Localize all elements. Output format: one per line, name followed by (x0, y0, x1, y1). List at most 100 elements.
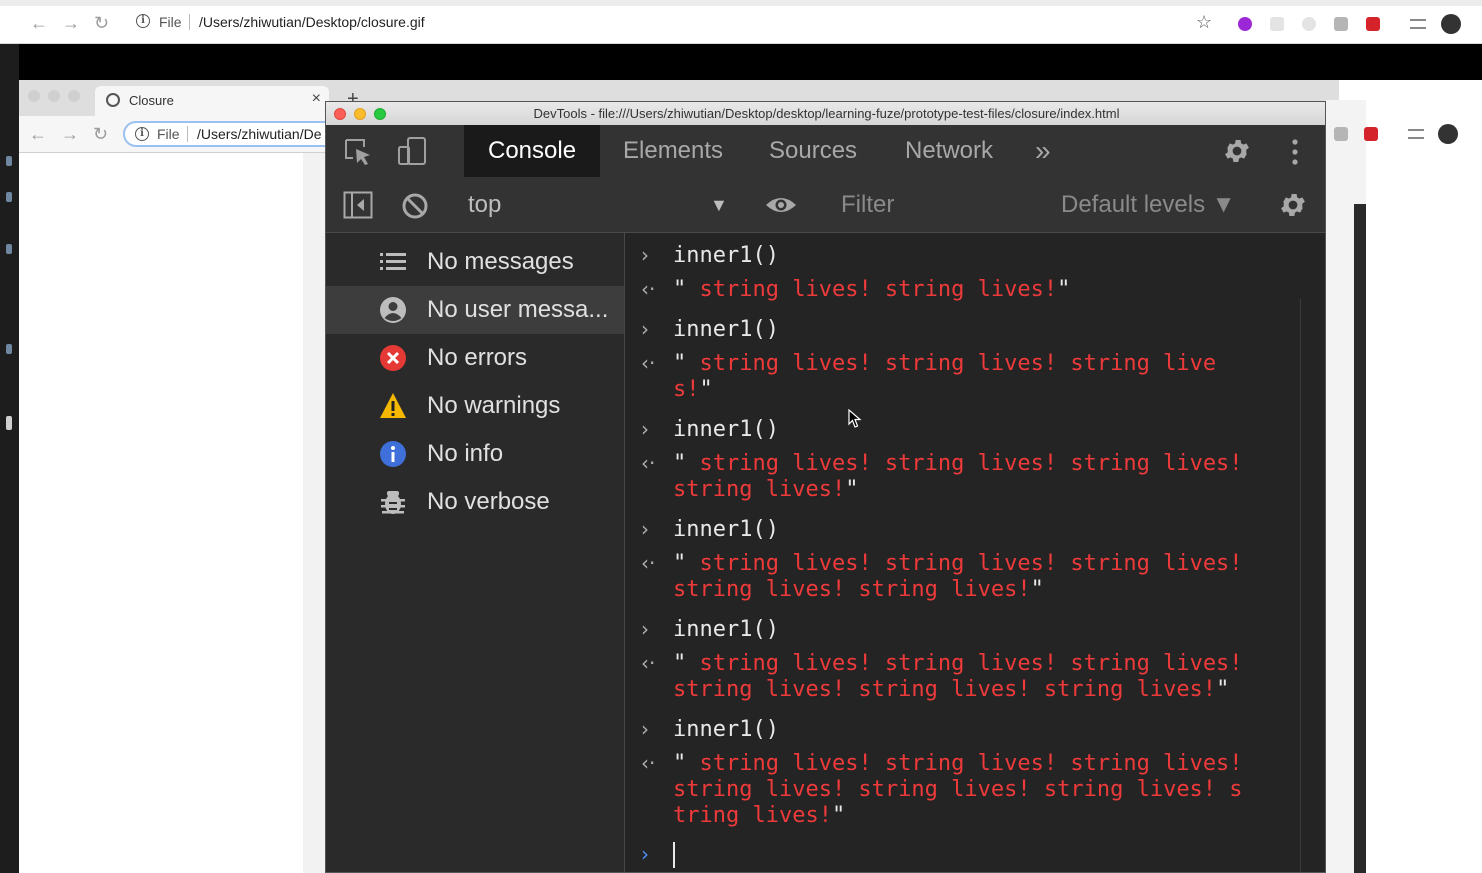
address-bar[interactable]: /Users/zhiwutian/Desktop/closure.gif (199, 14, 425, 30)
avatar[interactable] (1441, 14, 1461, 34)
input-chevron-icon: › (641, 317, 649, 341)
site-info-icon[interactable]: i (135, 127, 149, 141)
inner-address-bar[interactable]: i File /Users/zhiwutian/De (123, 121, 353, 147)
console-input: inner1() (673, 617, 779, 642)
url-scheme: File (157, 126, 180, 142)
back-icon[interactable]: ← (30, 12, 48, 34)
extension-icon[interactable] (1334, 17, 1348, 31)
result-arrow-icon: ‹· (641, 551, 656, 575)
background-panel (1354, 204, 1366, 873)
console-result[interactable]: " string lives! string lives! string liv… (673, 651, 1253, 703)
info-icon (380, 441, 406, 467)
input-chevron-icon: › (641, 417, 649, 441)
tab-network[interactable]: Network (905, 125, 993, 177)
mouse-pointer-icon (848, 409, 862, 428)
sidebar-item-label: No warnings (427, 392, 561, 419)
panel-marker (6, 244, 12, 254)
forward-icon[interactable]: → (62, 12, 80, 34)
extension-icon[interactable] (1364, 127, 1378, 141)
settings-gear-icon[interactable] (1222, 136, 1252, 166)
log-levels-dropdown[interactable]: Default levels ▼ (1061, 191, 1236, 219)
reload-icon[interactable]: ↻ (93, 123, 108, 145)
reload-icon[interactable]: ↻ (94, 12, 109, 34)
playlist-icon[interactable] (1408, 129, 1424, 139)
sidebar-item-label: No errors (427, 344, 528, 371)
extension-icon[interactable] (1334, 127, 1348, 141)
extension-icon[interactable] (1238, 17, 1252, 31)
user-icon (380, 297, 406, 323)
inner-tab-closure[interactable]: Closure × (95, 86, 329, 116)
inspect-element-icon[interactable] (343, 137, 373, 167)
window-minimize-button[interactable] (48, 90, 60, 102)
sidebar-item-verbose[interactable]: No verbose (326, 478, 624, 526)
black-bar (0, 44, 1482, 80)
console-result[interactable]: " string lives! string lives! string liv… (673, 551, 1253, 603)
show-sidebar-icon[interactable] (343, 191, 373, 219)
input-chevron-icon: › (641, 243, 649, 267)
console-sidebar: No messages No user messa... No errors N… (326, 233, 625, 872)
outer-tab-strip (0, 0, 1482, 6)
avatar[interactable] (1438, 124, 1458, 144)
sidebar-item-label: No info (427, 440, 504, 467)
extension-icon[interactable] (1270, 17, 1284, 31)
url-separator (189, 14, 190, 30)
playlist-icon[interactable] (1410, 19, 1426, 29)
sidebar-item-info[interactable]: No info (326, 430, 624, 478)
console-settings-gear-icon[interactable] (1278, 190, 1308, 220)
console-input: inner1() (673, 717, 779, 742)
window-zoom-button[interactable] (68, 90, 80, 102)
console-input: inner1() (673, 243, 779, 268)
panel-marker (6, 156, 12, 166)
url-separator (187, 126, 188, 142)
site-info-icon[interactable]: i (136, 14, 150, 28)
console-toolbar: top ▼ Filter Default levels ▼ (326, 177, 1325, 233)
console-result[interactable]: " string lives! string lives! string liv… (673, 451, 1253, 503)
devtools-window: DevTools - file:///Users/zhiwutian/Deskt… (325, 101, 1326, 873)
device-toolbar-icon[interactable] (396, 135, 428, 167)
console-scrollbar[interactable] (1300, 299, 1325, 872)
sidebar-item-messages[interactable]: No messages (326, 238, 624, 286)
extension-icon[interactable] (1366, 17, 1380, 31)
warning-icon (380, 393, 406, 418)
context-selector[interactable]: top (468, 191, 501, 219)
devtools-tab-bar: Console Elements Sources Network » (326, 125, 1325, 177)
extension-icon[interactable] (1302, 17, 1316, 31)
result-arrow-icon: ‹· (641, 651, 656, 675)
back-icon[interactable]: ← (29, 123, 47, 145)
tab-close-icon[interactable]: × (312, 90, 321, 108)
sidebar-item-user-messages[interactable]: No user messa... (326, 286, 624, 334)
bookmark-star-icon[interactable]: ☆ (1196, 11, 1212, 33)
devtools-titlebar: DevTools - file:///Users/zhiwutian/Deskt… (326, 102, 1325, 126)
tab-title: Closure (129, 93, 174, 108)
filter-input[interactable]: Filter (841, 191, 894, 219)
window-close-button[interactable] (28, 90, 40, 102)
more-options-icon[interactable] (1288, 137, 1302, 167)
console-output[interactable]: › inner1() ‹· " string lives! string liv… (625, 233, 1325, 872)
result-arrow-icon: ‹· (641, 451, 656, 475)
console-result[interactable]: " string lives! string lives! string liv… (673, 751, 1253, 829)
console-result[interactable]: " string lives! string lives! string liv… (673, 351, 1253, 403)
globe-icon (106, 93, 120, 107)
tab-sources[interactable]: Sources (769, 125, 857, 177)
left-dark-panel (0, 44, 19, 873)
input-chevron-icon: › (641, 517, 649, 541)
url-scheme: File (159, 14, 182, 30)
clear-console-icon[interactable] (401, 192, 429, 220)
live-expression-eye-icon[interactable] (764, 193, 798, 217)
devtools-window-title: DevTools - file:///Users/zhiwutian/Deskt… (533, 106, 1120, 121)
sidebar-item-warnings[interactable]: No warnings (326, 382, 624, 430)
console-result[interactable]: " string lives! string lives!" (673, 277, 1253, 303)
panel-marker (6, 344, 12, 354)
input-chevron-icon: › (641, 717, 649, 741)
panel-marker (6, 192, 12, 202)
tab-elements[interactable]: Elements (623, 125, 723, 177)
context-dropdown-icon[interactable]: ▼ (710, 195, 728, 216)
sidebar-item-errors[interactable]: No errors (326, 334, 624, 382)
sidebar-item-label: No user messa... (427, 296, 609, 323)
sidebar-item-label: No verbose (427, 488, 550, 515)
console-input: inner1() (673, 517, 779, 542)
panel-marker (6, 416, 12, 430)
forward-icon[interactable]: → (61, 123, 79, 145)
tab-console[interactable]: Console (464, 125, 601, 177)
more-tabs-icon[interactable]: » (1035, 125, 1051, 177)
